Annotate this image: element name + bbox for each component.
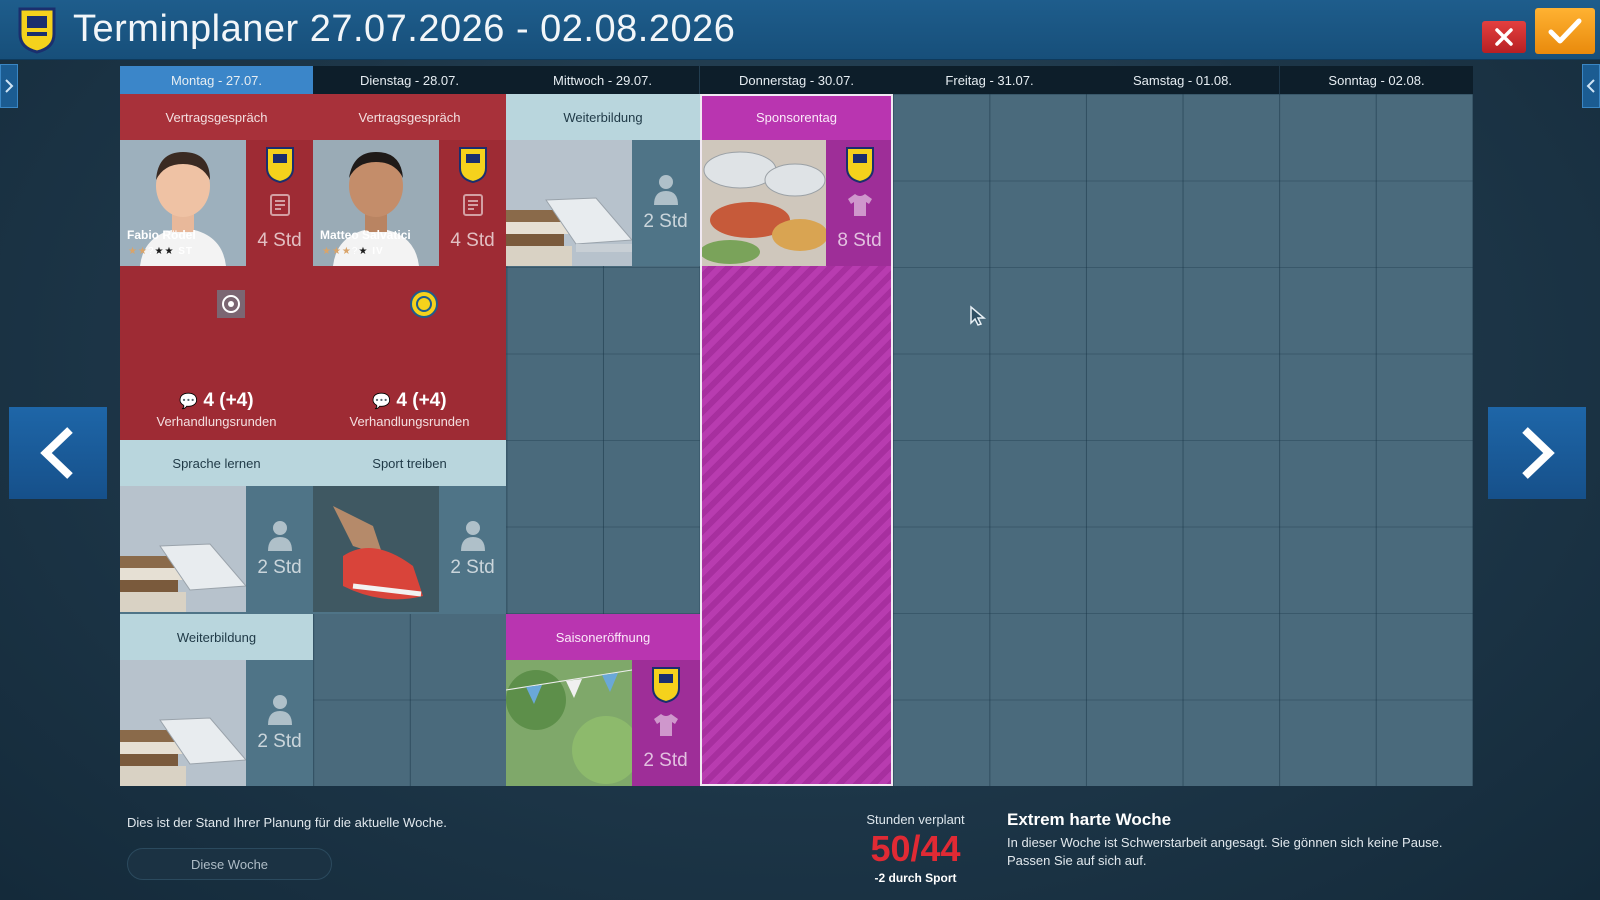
appointment-hours: 2 Std (257, 557, 302, 578)
appointment-title: Vertragsgespräch (313, 94, 506, 140)
day-header-friday[interactable]: Freitag - 31.07. (893, 66, 1086, 94)
striker-role-icon (217, 290, 245, 318)
chevron-left-icon (1586, 79, 1595, 93)
day-header-saturday[interactable]: Samstag - 01.08. (1086, 66, 1279, 94)
next-week-button[interactable] (1488, 407, 1586, 499)
cancel-button[interactable] (1482, 21, 1526, 53)
confirm-button[interactable] (1535, 8, 1595, 54)
appointment-hours: 4 Std (257, 230, 302, 251)
person-icon (267, 521, 292, 551)
books-laptop-image (120, 486, 246, 612)
top-bar: Terminplaner 27.07.2026 - 02.08.2026 (0, 0, 1600, 60)
club-crest-icon (265, 147, 294, 184)
hours-planned-label: Stunden verplant (866, 812, 965, 827)
buffet-image (700, 140, 826, 266)
appointment-meta: 2 Std (246, 660, 313, 786)
rounds-count: 4 (+4) (203, 390, 254, 411)
appointment-contract-tuesday[interactable]: Vertragsgespräch 4 Std (313, 94, 506, 440)
appointment-hours: 2 Std (643, 750, 688, 771)
left-panel-tab[interactable] (0, 64, 18, 108)
negotiation-rounds: 💬 4 (+4) Verhandlungsrunden (120, 390, 313, 429)
workload-warning-title: Extrem harte Woche (1007, 810, 1172, 829)
appointment-sponsor-thursday[interactable]: Sponsorentag 8 Std (700, 94, 893, 266)
books-laptop-image (506, 140, 632, 266)
sponsor-day-extension[interactable] (700, 266, 891, 786)
jersey-icon (653, 714, 678, 736)
person-icon (460, 521, 485, 551)
mouse-cursor-icon (970, 305, 987, 326)
appointment-hours: 2 Std (643, 211, 688, 232)
appointment-title: Vertragsgespräch (120, 94, 313, 140)
appointment-contract-monday[interactable]: Vertragsgespräch 4 Std (120, 94, 313, 440)
books-laptop-image (120, 660, 246, 786)
appointment-training-monday[interactable]: Weiterbildung 2 Std (120, 614, 313, 786)
appointment-hours: 2 Std (450, 557, 495, 578)
appointment-title: Weiterbildung (120, 614, 313, 660)
running-shoes-image (313, 486, 439, 612)
appointment-hours: 2 Std (257, 731, 302, 752)
appointment-hours: 4 Std (450, 230, 495, 251)
appointment-meta: 2 Std (439, 486, 506, 612)
page-title: Terminplaner 27.07.2026 - 02.08.2026 (73, 8, 736, 50)
appointment-hours: 8 Std (837, 230, 882, 251)
club-crest-icon (458, 147, 487, 184)
checkmark-icon (1548, 18, 1582, 44)
day-header-thursday[interactable]: Donnerstag - 30.07. (700, 66, 893, 94)
appointment-title: Sprache lernen (120, 440, 313, 486)
sport-reduction-text: -2 durch Sport (874, 871, 957, 885)
appointment-meta: 4 Std (439, 140, 506, 266)
previous-week-button[interactable] (9, 407, 107, 499)
day-header-tuesday[interactable]: Dienstag - 28.07. (313, 66, 506, 94)
negotiation-rounds: 💬 4 (+4) Verhandlungsrunden (313, 390, 506, 429)
appointment-title: Sport treiben (313, 440, 506, 486)
player-name[interactable]: Matteo Salvatici (320, 228, 411, 242)
garden-party-image (506, 660, 632, 786)
player-position: ST (178, 246, 193, 257)
player-position: IV (372, 246, 384, 257)
appointment-meta: 2 Std (246, 486, 313, 612)
day-header-sunday[interactable]: Sonntag - 02.08. (1280, 66, 1473, 94)
current-club-badge-icon (410, 290, 438, 318)
appointment-title: Weiterbildung (506, 94, 700, 140)
arrow-left-icon (40, 427, 73, 479)
rounds-count: 4 (+4) (396, 390, 447, 411)
player-rating-stars: ★★★?★ IV (322, 246, 384, 257)
day-header-wednesday[interactable]: Mittwoch - 29.07. (506, 66, 699, 94)
appointment-season-opening-wednesday[interactable]: Saisoneröffnung 2 Std (506, 614, 700, 786)
chat-bubbles-icon: 💬 (179, 393, 199, 410)
player-name[interactable]: Fabio Rödel (127, 228, 196, 242)
player-rating-stars: ★★?★★ ST (128, 246, 193, 257)
person-icon (653, 175, 678, 205)
rounds-label: Verhandlungsrunden (156, 414, 277, 429)
appointment-title: Sponsorentag (700, 94, 893, 140)
appointment-meta: 2 Std (632, 660, 699, 786)
contract-icon (269, 194, 290, 216)
hours-planned-value: 50/44 (870, 828, 961, 869)
chevron-right-icon (5, 79, 14, 93)
appointment-language-monday[interactable]: Sprache lernen 2 Std (120, 440, 313, 614)
chat-bubbles-icon: 💬 (372, 393, 392, 410)
contract-icon (462, 194, 483, 216)
appointment-meta: 4 Std (246, 140, 313, 266)
right-panel-tab[interactable] (1582, 64, 1600, 108)
club-crest-icon (18, 7, 56, 54)
jersey-icon (847, 194, 872, 216)
appointment-training-wednesday[interactable]: Weiterbildung 2 Std (506, 94, 700, 266)
club-crest-icon (845, 147, 874, 184)
club-crest-icon (651, 667, 680, 704)
appointment-title: Saisoneröffnung (506, 614, 700, 660)
this-week-button[interactable]: Diese Woche (127, 848, 332, 880)
appointment-meta: 8 Std (826, 140, 893, 266)
close-x-icon (1495, 28, 1513, 46)
day-header-monday[interactable]: Montag - 27.07. (120, 66, 313, 94)
arrow-right-icon (1522, 427, 1555, 479)
rounds-label: Verhandlungsrunden (349, 414, 470, 429)
appointment-meta: 2 Std (632, 140, 699, 266)
workload-warning-text: In dieser Woche ist Schwerstarbeit anges… (1007, 835, 1443, 868)
person-icon (267, 695, 292, 725)
appointment-sport-tuesday[interactable]: Sport treiben 2 Std (313, 440, 506, 614)
planning-status-text: Dies ist der Stand Ihrer Planung für die… (127, 815, 447, 830)
